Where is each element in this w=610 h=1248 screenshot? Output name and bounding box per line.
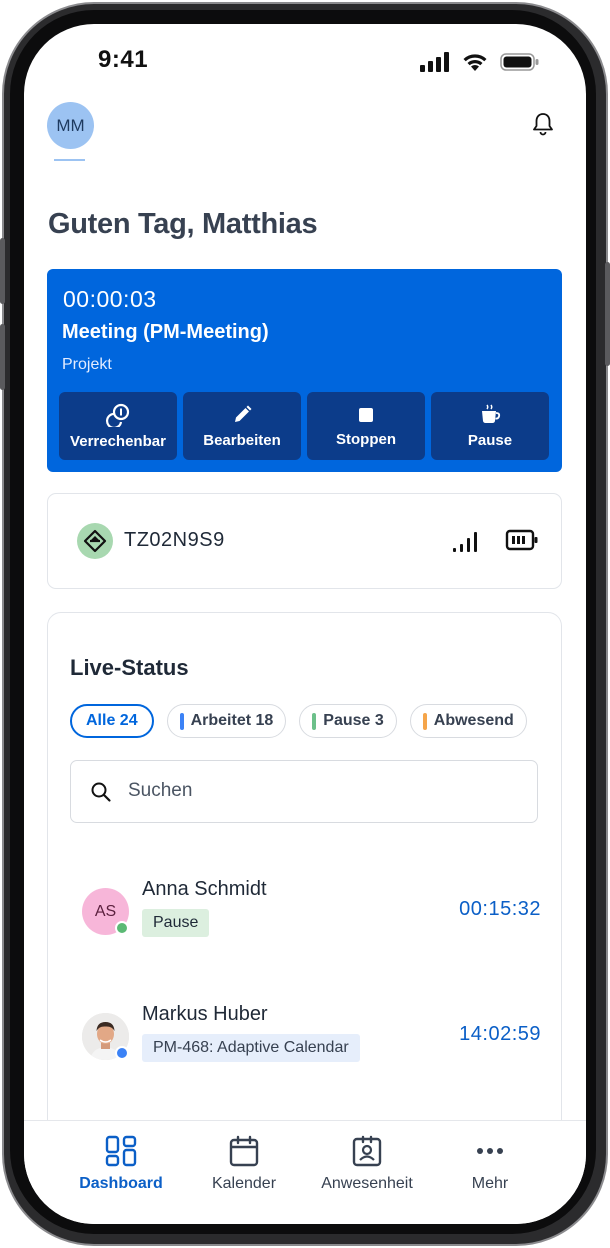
avatar-indicator: [54, 159, 85, 161]
pause-label: Pause: [467, 431, 513, 449]
search-box: [70, 760, 538, 823]
filter-chip-pause[interactable]: Pause 3: [299, 704, 397, 738]
nav-label: Dashboard: [79, 1175, 163, 1192]
volume-down-button: [0, 324, 5, 390]
search-input[interactable]: [126, 761, 506, 821]
calendar-icon: [229, 1135, 259, 1167]
active-timer-card: 00:00:03 Meeting (PM-Meeting) Projekt Ve…: [47, 269, 562, 472]
terminal-icon: [77, 523, 113, 559]
more-icon: [477, 1148, 503, 1154]
device-name: TZ02N9S9: [124, 529, 225, 551]
online-status-dot: [115, 1046, 129, 1060]
filter-chip-label: Abwesend: [433, 712, 514, 729]
pause-button[interactable]: Pause: [431, 392, 549, 460]
status-color-bar: [312, 712, 317, 730]
stop-button[interactable]: Stoppen: [307, 392, 425, 460]
timer-elapsed: 00:00:03: [63, 286, 157, 312]
nav-more[interactable]: Mehr: [430, 1135, 550, 1193]
signal-strength-icon: [453, 532, 477, 552]
nav-label: Mehr: [471, 1175, 509, 1192]
billable-button[interactable]: Verrechenbar: [59, 392, 177, 460]
stop-icon: [359, 407, 373, 422]
volume-up-button: [0, 238, 5, 304]
filter-chip-label: Alle 24: [86, 712, 138, 729]
employee-status-badge: Pause: [142, 909, 210, 937]
pencil-icon: [235, 405, 252, 422]
edit-button[interactable]: Bearbeiten: [183, 392, 301, 460]
timer-activity-type: Projekt: [62, 356, 112, 373]
status-filter-chips: Alle 24 Arbeitet 18 Pause 3 Abwesend: [70, 704, 538, 744]
wifi-icon: [463, 54, 487, 71]
employee-timer: 14:02:59: [459, 1023, 541, 1045]
nav-attendance[interactable]: Anwesenheit: [307, 1135, 427, 1193]
timer-activity-title: Meeting (PM-Meeting): [62, 321, 269, 343]
cellular-signal-icon: [420, 52, 449, 72]
timer-actions: Verrechenbar Bearbeiten Stoppen Pause: [59, 392, 549, 460]
status-time: 9:41: [98, 46, 149, 73]
status-icons: [420, 52, 540, 72]
battery-icon: [500, 53, 539, 71]
filter-chip-working[interactable]: Arbeitet 18: [166, 704, 287, 738]
greeting-title: Guten Tag, Matthias: [48, 208, 318, 240]
user-avatar[interactable]: MM: [47, 102, 94, 149]
employee-timer: 00:15:32: [459, 898, 541, 920]
live-status-title: Live-Status: [70, 655, 189, 680]
search-icon: [91, 782, 111, 802]
employee-name: Anna Schmidt: [142, 878, 267, 900]
employee-task-badge: PM-468: Adaptive Calendar: [142, 1034, 360, 1062]
bottom-navigation: Dashboard Kalender Anwesenheit Mehr: [24, 1120, 586, 1224]
employee-row[interactable]: Markus Huber PM-468: Adaptive Calendar 1…: [48, 995, 561, 1075]
filter-chip-label: Arbeitet 18: [190, 712, 274, 729]
nav-dashboard[interactable]: Dashboard: [61, 1135, 181, 1193]
edit-label: Bearbeiten: [203, 431, 281, 449]
status-bar: 9:41: [24, 24, 586, 104]
status-color-bar: [179, 712, 184, 730]
status-color-bar: [422, 712, 427, 730]
filter-chip-all[interactable]: Alle 24: [70, 704, 154, 738]
nav-label: Anwesenheit: [321, 1175, 413, 1192]
nav-calendar[interactable]: Kalender: [184, 1135, 304, 1193]
screen: 9:41 MM Guten Tag, Matthias 00:00:03 Mee…: [24, 24, 586, 1224]
dashboard-icon: [105, 1135, 137, 1167]
online-status-dot: [115, 921, 129, 935]
stop-label: Stoppen: [336, 430, 396, 448]
billable-label: Verrechenbar: [70, 432, 166, 450]
device-card[interactable]: TZ02N9S9: [47, 493, 562, 589]
coffee-icon: [482, 404, 501, 423]
billable-icon: [106, 403, 130, 427]
live-status-card: Live-Status Alle 24 Arbeitet 18 Pause 3 …: [47, 612, 562, 1172]
bell-icon: [533, 113, 553, 136]
employee-row[interactable]: AS Anna Schmidt Pause 00:15:32: [48, 870, 561, 950]
device-battery-icon: [505, 529, 538, 551]
filter-chip-label: Pause 3: [323, 712, 384, 729]
employee-name: Markus Huber: [142, 1003, 268, 1025]
power-button: [605, 262, 610, 366]
badge-icon: [352, 1135, 382, 1167]
filter-chip-absent[interactable]: Abwesend: [409, 704, 527, 738]
notifications-button[interactable]: [532, 112, 554, 141]
nav-label: Kalender: [211, 1175, 277, 1192]
